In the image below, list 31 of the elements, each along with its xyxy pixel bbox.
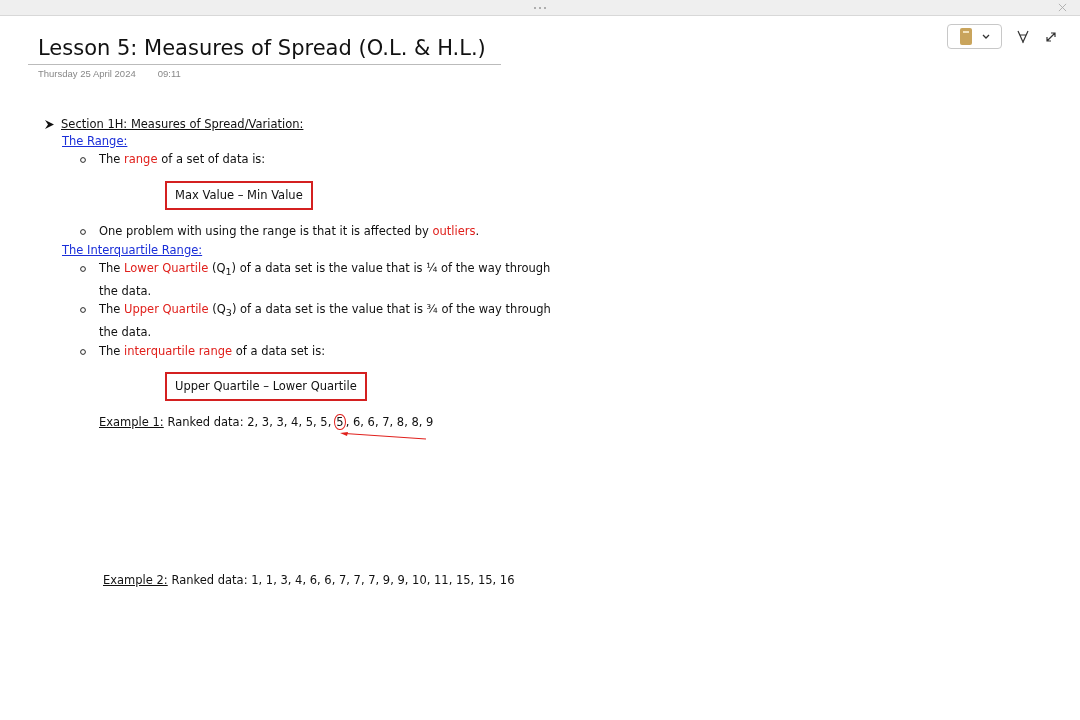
bullet-text: The Lower Quartile (Q$_{1}$) of a data set is the value that is ¼ of the way through the data. [99, 260, 552, 300]
bullet-text: The interquartile range of a data set is: [99, 342, 326, 360]
bullet-icon [80, 348, 86, 355]
example-text: Ranked data: 2, 3, 3, 4, 5, 5, [166, 414, 332, 432]
subheading: The Range: [62, 133, 128, 150]
expand-icon[interactable] [1044, 29, 1058, 44]
bullet-icon [80, 307, 86, 314]
bullet-icon [80, 228, 86, 235]
bullet-icon [80, 266, 86, 272]
page-date: Thursday 25 April 2024 [38, 68, 136, 79]
arrow-bullet-icon [45, 119, 54, 129]
subheading: The Interquartile Range: [62, 242, 203, 259]
section-heading: Section 1H: Measures of Spread/Variation: [61, 117, 304, 131]
example-label: Example 2: [103, 572, 168, 590]
example-label: Example 1: [99, 414, 164, 432]
bullet-text: The Upper Quartile (Q$_{3}$) of a data set is the value that is ¾ of the way through the data. [99, 301, 552, 342]
chevron-down-icon [981, 33, 990, 40]
page-title: Lesson 5: Measures of Spread (O.L. & H.L.) [28, 36, 501, 65]
example-text: , 6, 6, 7, 8, 8, 9 [345, 414, 434, 432]
notebook-icon [959, 28, 972, 45]
page-time: 09:11 [157, 68, 181, 79]
example-text: Ranked data: 1, 1, 3, 4, 6, 6, 7, 7, 7, 9, 9, 10, 11, 15, 15, 16 [170, 572, 515, 590]
pen-icon[interactable] [1016, 29, 1030, 44]
bullet-text: The range of a set of data is: [99, 151, 266, 168]
bullet-text: One problem with using the range is that it is affected by outliers. [99, 222, 480, 240]
more-icon[interactable] [533, 5, 547, 10]
close-icon[interactable] [1058, 3, 1067, 12]
notebook-button[interactable] [947, 24, 1002, 49]
formula-box: Upper Quartile – Lower Quartile [165, 372, 367, 402]
bullet-icon [80, 157, 86, 163]
formula-box: Max Value – Min Value [165, 180, 313, 210]
